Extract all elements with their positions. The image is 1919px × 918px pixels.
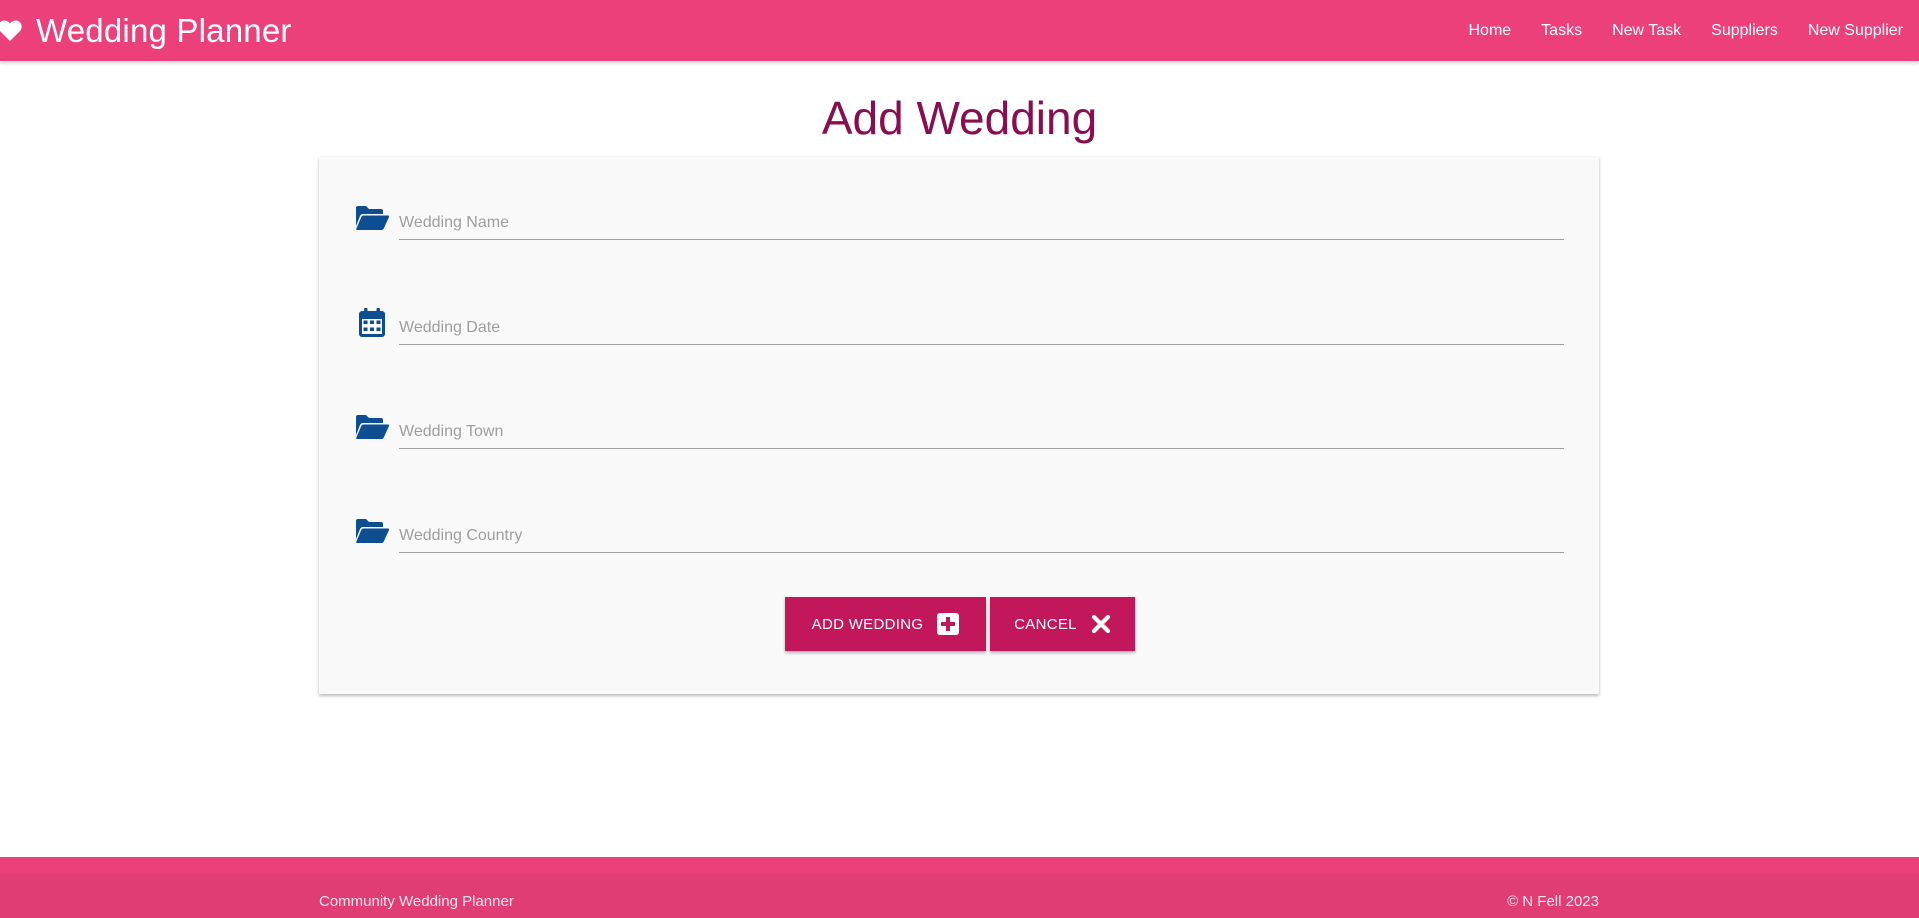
close-icon: [1091, 614, 1111, 634]
calendar-icon: [354, 307, 390, 339]
footer: Community Wedding Planner © N Fell 2023: [0, 857, 1919, 918]
page-title: Add Wedding: [821, 92, 1098, 144]
nav-links: Home Tasks New Task Suppliers New Suppli…: [1438, 22, 1903, 40]
navbar: Wedding Planner Home Tasks New Task Supp…: [0, 0, 1919, 61]
nav-home[interactable]: Home: [1468, 22, 1511, 40]
wedding-date-input[interactable]: [399, 311, 1564, 345]
wedding-name-field: [354, 202, 1564, 262]
wedding-name-input[interactable]: [399, 206, 1564, 240]
wedding-town-input[interactable]: [399, 415, 1564, 449]
plus-square-icon: [937, 613, 960, 635]
folder-open-icon: [354, 202, 390, 234]
folder-open-icon: [354, 411, 390, 443]
folder-open-icon: [354, 515, 390, 547]
form-buttons: ADD WEDDING CANCEL: [319, 597, 1599, 651]
add-wedding-form: ADD WEDDING CANCEL: [319, 157, 1599, 694]
cancel-label: CANCEL: [1014, 615, 1077, 633]
brand-title: Wedding Planner: [36, 11, 292, 49]
wedding-country-field: [354, 515, 1564, 575]
footer-copyright: © N Fell 2023: [1507, 893, 1599, 910]
nav-tasks[interactable]: Tasks: [1541, 22, 1582, 40]
nav-new-task[interactable]: New Task: [1612, 22, 1681, 40]
add-wedding-button[interactable]: ADD WEDDING: [785, 597, 986, 651]
heart-icon: [0, 20, 22, 42]
wedding-date-field: [354, 307, 1564, 367]
brand-link[interactable]: Wedding Planner: [0, 12, 292, 50]
add-wedding-label: ADD WEDDING: [811, 615, 924, 633]
wedding-country-input[interactable]: [399, 519, 1564, 553]
cancel-button[interactable]: CANCEL: [990, 597, 1135, 651]
footer-app-name: Community Wedding Planner: [319, 893, 514, 910]
wedding-town-field: [354, 411, 1564, 471]
footer-bar: [0, 874, 1919, 918]
nav-new-supplier[interactable]: New Supplier: [1808, 22, 1903, 40]
nav-suppliers[interactable]: Suppliers: [1711, 22, 1778, 40]
